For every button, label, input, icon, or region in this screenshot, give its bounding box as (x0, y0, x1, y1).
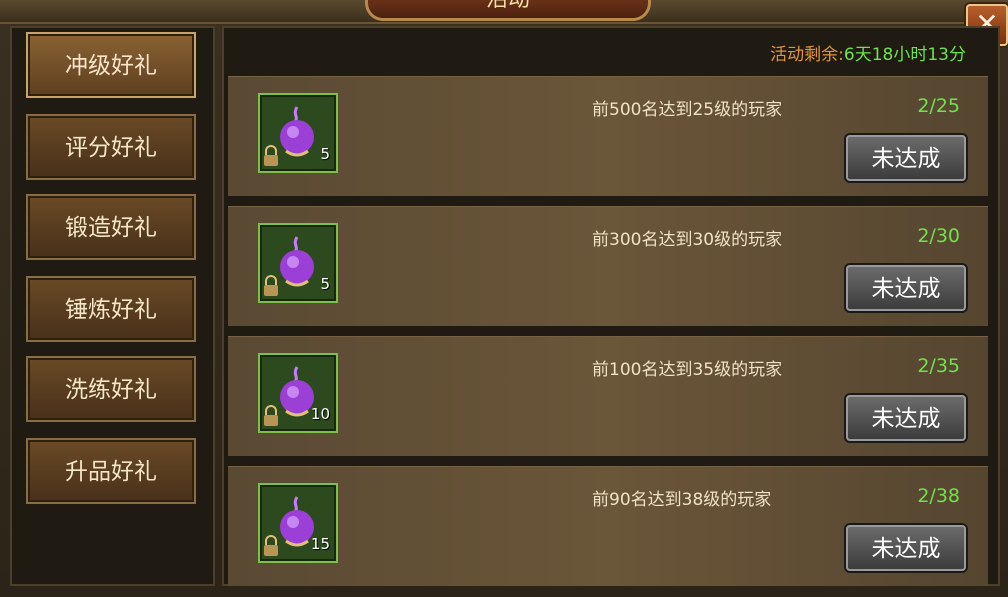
task-progress: 2/25 (917, 95, 960, 117)
lock-icon (264, 145, 278, 166)
sidebar-item-forge-gift[interactable]: 锻造好礼 (26, 194, 196, 260)
task-description: 前300名达到30级的玩家 (592, 230, 783, 250)
reward-item-slot[interactable]: 10 (258, 353, 338, 433)
time-remaining-label: 活动剩余: (770, 45, 844, 65)
reward-row: 5 前300名达到30级的玩家 2/30 未达成 (228, 206, 988, 326)
task-progress: 2/38 (917, 485, 960, 507)
purple-gem-icon (280, 106, 314, 157)
lock-icon (264, 275, 278, 296)
reward-item-slot[interactable]: 5 (258, 223, 338, 303)
claim-status-button[interactable]: 未达成 (846, 525, 966, 571)
sidebar-item-score-gift[interactable]: 评分好礼 (26, 114, 196, 180)
reward-row: 10 前100名达到35级的玩家 2/35 未达成 (228, 336, 988, 456)
lock-icon (264, 405, 278, 426)
reward-panel: 活动剩余:6天18小时13分 5 前500名达到25级的玩家 2/25 未达成 (222, 26, 1000, 586)
task-progress: 2/35 (917, 355, 960, 377)
task-description: 前500名达到25级的玩家 (592, 100, 783, 120)
reward-row: 15 前90名达到38级的玩家 2/38 未达成 (228, 466, 988, 586)
reward-row: 5 前500名达到25级的玩家 2/25 未达成 (228, 76, 988, 196)
reward-item-slot[interactable]: 15 (258, 483, 338, 563)
sidebar-item-upgrade-gift[interactable]: 升品好礼 (26, 438, 196, 504)
reward-item-slot[interactable]: 5 (258, 93, 338, 173)
sidebar: 冲级好礼 评分好礼 锻造好礼 锤炼好礼 洗练好礼 升品好礼 (10, 26, 215, 586)
time-remaining: 活动剩余:6天18小时13分 (770, 40, 966, 65)
claim-status-button[interactable]: 未达成 (846, 395, 966, 441)
task-description: 前90名达到38级的玩家 (592, 490, 772, 510)
sidebar-item-temper-gift[interactable]: 锤炼好礼 (26, 276, 196, 342)
task-progress: 2/30 (917, 225, 960, 247)
activity-window: 活动 ✕ 冲级好礼 评分好礼 锻造好礼 锤炼好礼 洗练好礼 升品好礼 活动剩余:… (0, 0, 1008, 597)
sidebar-item-refine-gift[interactable]: 洗练好礼 (26, 356, 196, 422)
time-remaining-value: 6天18小时13分 (843, 45, 966, 65)
sidebar-item-level-gift[interactable]: 冲级好礼 (26, 32, 196, 98)
lock-icon (264, 535, 278, 556)
item-count: 10 (310, 405, 330, 423)
purple-gem-icon (280, 236, 314, 287)
claim-status-button[interactable]: 未达成 (846, 135, 966, 181)
claim-status-button[interactable]: 未达成 (846, 265, 966, 311)
item-count: 5 (320, 275, 330, 293)
task-description: 前100名达到35级的玩家 (592, 360, 783, 380)
item-count: 15 (310, 535, 330, 553)
item-count: 5 (320, 145, 330, 163)
window-title: 活动 (365, 0, 651, 21)
